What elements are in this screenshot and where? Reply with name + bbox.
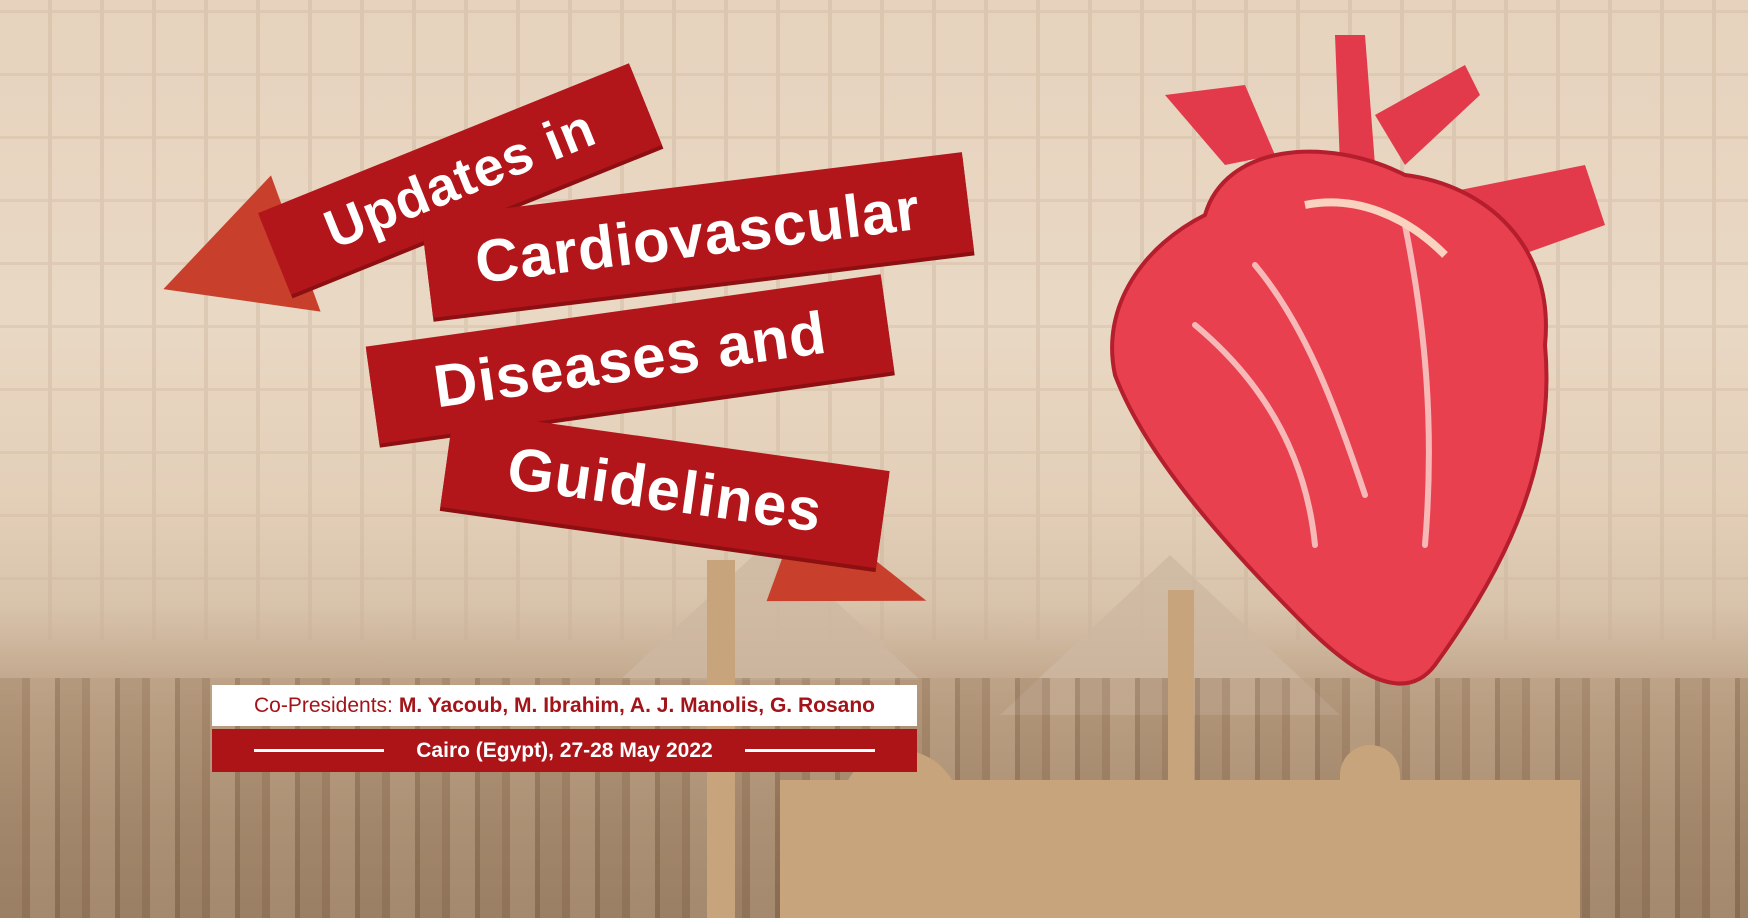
co-presidents-banner: Co-Presidents: M. Yacoub, M. Ibrahim, A.…: [212, 685, 917, 726]
divider-line: [744, 749, 875, 752]
co-presidents-label: Co-Presidents:: [254, 693, 393, 717]
anatomical-heart-illustration: [1110, 35, 1605, 686]
divider-line: [254, 749, 385, 752]
event-location-date: Cairo (Egypt), 27-28 May 2022: [416, 738, 713, 762]
co-presidents-names: M. Yacoub, M. Ibrahim, A. J. Manolis, G.…: [398, 693, 875, 717]
event-date-banner: Cairo (Egypt), 27-28 May 2022: [212, 729, 917, 772]
